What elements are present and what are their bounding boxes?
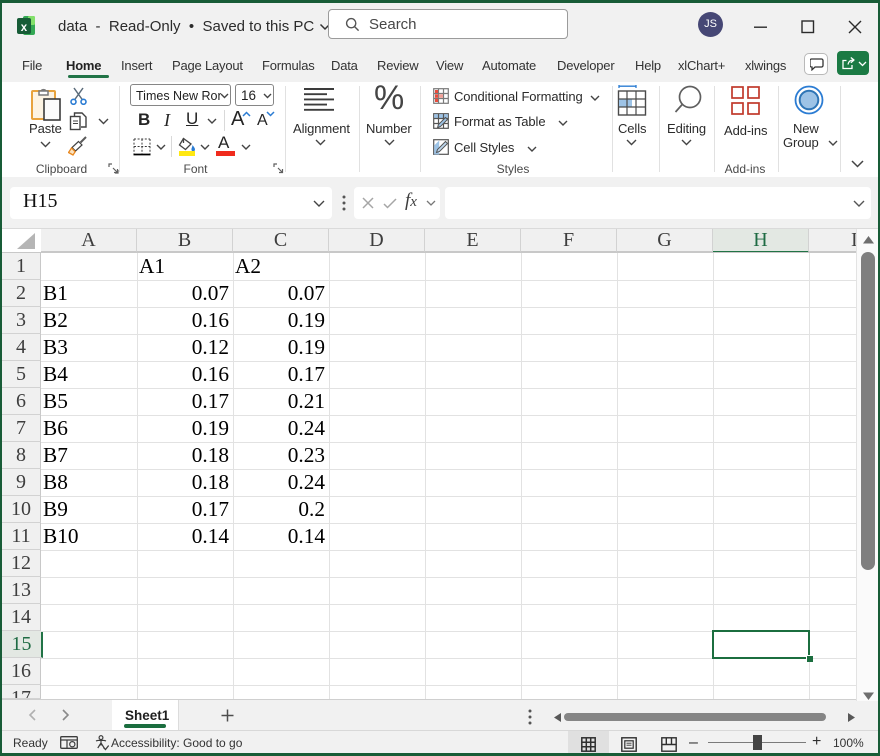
svg-text:x: x <box>21 22 28 34</box>
